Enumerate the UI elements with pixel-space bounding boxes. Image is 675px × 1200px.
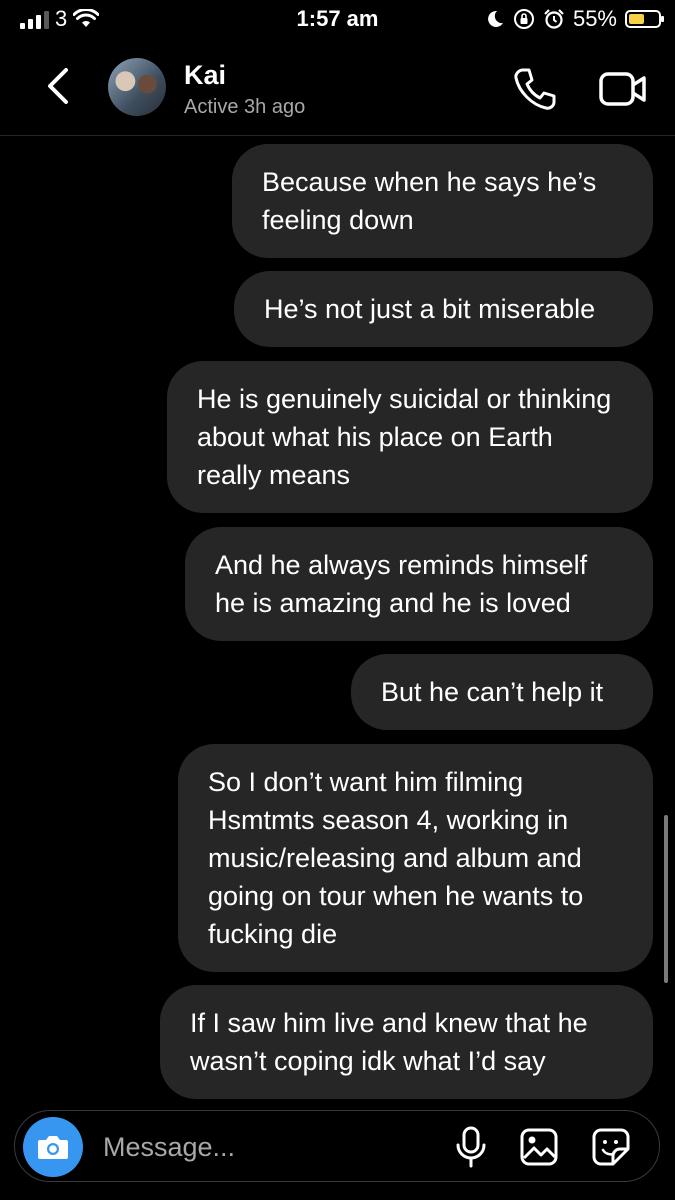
message-composer (14, 1110, 660, 1182)
image-icon[interactable] (519, 1127, 559, 1167)
chat-header: Kai Active 3h ago (0, 40, 675, 136)
orientation-lock-icon (513, 9, 534, 29)
battery-level-fill (629, 14, 644, 24)
microphone-icon[interactable] (453, 1125, 489, 1169)
chevron-left-icon[interactable] (36, 62, 80, 110)
message-bubble[interactable]: But he can’t help it (351, 654, 653, 730)
battery-icon (625, 10, 664, 28)
contact-name[interactable]: Kai (184, 60, 226, 91)
message-bubble[interactable]: Because when he says he’s feeling down (232, 144, 653, 258)
camera-icon (38, 1136, 68, 1159)
status-right: 55% (485, 6, 664, 32)
alarm-icon (544, 9, 564, 29)
message-bubble[interactable]: And he always reminds himself he is amaz… (185, 527, 653, 641)
message-input[interactable] (101, 1125, 435, 1169)
camera-button[interactable] (23, 1117, 83, 1177)
battery-percent: 55% (572, 6, 617, 31)
status-bar: 3 1:57 am 55% (0, 0, 675, 40)
avatar[interactable] (108, 58, 166, 116)
message-bubble[interactable]: If I saw him live and knew that he wasn’… (160, 985, 653, 1099)
scrollbar[interactable] (664, 815, 668, 983)
sticker-icon[interactable] (591, 1127, 631, 1167)
message-bubble[interactable]: So I don’t want him filming Hsmtmts seas… (178, 744, 653, 972)
message-thread[interactable]: Because when he says he’s feeling down H… (0, 137, 675, 1102)
video-camera-icon[interactable] (598, 68, 648, 110)
message-bubble[interactable]: He’s not just a bit miserable (234, 271, 653, 347)
contact-active-status: Active 3h ago (184, 96, 306, 118)
do-not-disturb-moon-icon (488, 10, 503, 27)
message-bubble[interactable]: He is genuinely suicidal or thinking abo… (167, 361, 653, 513)
phone-icon[interactable] (512, 66, 558, 112)
